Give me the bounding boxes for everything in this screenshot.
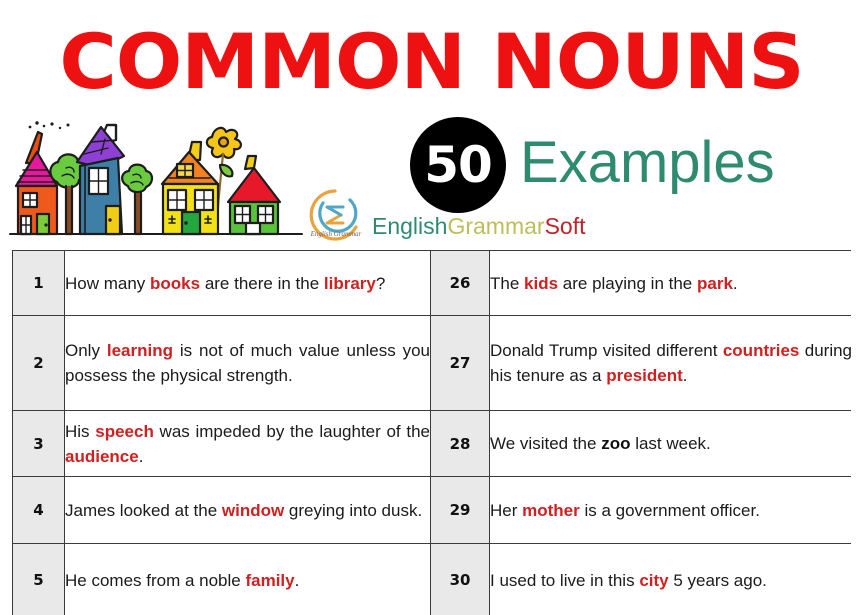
table-row: 1 How many books are there in the library…	[12, 250, 851, 316]
highlighted-noun: president	[606, 366, 683, 385]
row-number-left: 5	[12, 543, 65, 615]
table-row: 4 James looked at the window greying into…	[12, 476, 851, 544]
row-number-left: 3	[12, 410, 65, 477]
count-badge: 50	[410, 117, 506, 213]
row-number-right: 26	[430, 250, 490, 316]
highlighted-noun: library	[323, 273, 376, 293]
highlighted-noun: zoo	[601, 434, 631, 453]
sentence-cell-right: I used to live in this city 5 years ago.	[489, 543, 851, 615]
highlighted-noun: window	[221, 500, 285, 520]
logo-caption: English Grammar	[310, 230, 362, 238]
highlighted-noun: books	[150, 273, 201, 293]
brand-part-soft: Soft	[544, 213, 586, 239]
sentence-cell-left: He comes from a noble family.	[64, 543, 431, 615]
table-row: 5 He comes from a noble family. 30 I used t…	[12, 543, 851, 615]
sentence-cell-right: Donald Trump visited different countries…	[489, 315, 851, 411]
row-number-right: 27	[430, 315, 490, 411]
highlighted-noun: kids	[524, 273, 559, 293]
row-number-left: 2	[12, 315, 65, 411]
table-row: 3 His speech was impeded by the laughter …	[12, 410, 851, 477]
highlighted-noun: mother	[522, 500, 580, 520]
row-number-right: 28	[430, 410, 490, 477]
row-number-left: 4	[12, 476, 65, 544]
sentence-cell-right: Her mother is a government officer.	[489, 476, 851, 544]
highlighted-noun: city	[639, 570, 669, 590]
row-number-left: 1	[12, 250, 65, 316]
brand-part-english: English	[372, 213, 448, 239]
examples-table-container: 1 How many books are there in the library…	[12, 250, 851, 615]
brand-part-grammar: Grammar	[447, 213, 545, 239]
highlighted-noun: park	[696, 273, 733, 293]
sentence-cell-right: We visited the zoo last week.	[489, 410, 851, 477]
highlighted-noun: family	[245, 570, 295, 590]
sentence-cell-left: Only learning is not of much value unles…	[64, 315, 431, 411]
highlighted-noun: learning	[106, 341, 173, 360]
sentence-cell-left: How many books are there in the library?	[64, 250, 431, 316]
row-number-right: 29	[430, 476, 490, 544]
highlighted-noun: countries	[722, 341, 800, 360]
brand-wordmark: EnglishGrammarSoft	[372, 212, 585, 240]
sentence-cell-left: His speech was impeded by the laughter o…	[64, 410, 431, 477]
sentence-cell-left: James looked at the window greying into …	[64, 476, 431, 544]
page-title: COMMON NOUNS	[59, 17, 804, 106]
examples-label: Examples	[520, 130, 775, 195]
poster-header: COMMON NOUNS 50 Examples English Grammar…	[0, 0, 863, 250]
table-row: 2 Only learning is not of much value unle…	[12, 315, 851, 411]
houses-and-trees-illustration	[6, 110, 316, 250]
highlighted-noun: speech	[95, 421, 154, 441]
sentence-cell-right: The kids are playing in the park.	[489, 250, 851, 316]
row-number-right: 30	[430, 543, 490, 615]
examples-table: 1 How many books are there in the library…	[12, 250, 851, 615]
highlighted-noun: audience	[65, 446, 139, 466]
